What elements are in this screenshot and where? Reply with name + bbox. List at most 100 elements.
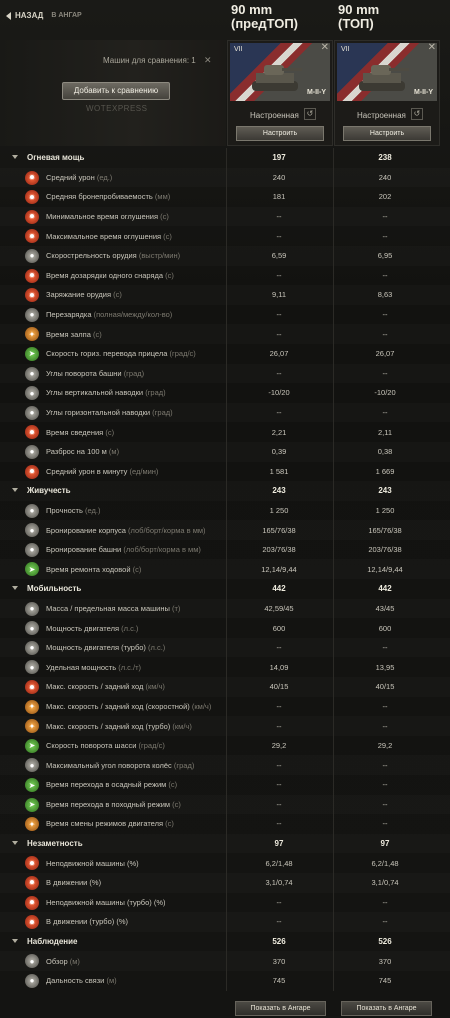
stat-label: Макс. скорость / задний ход (турбо) (км/… bbox=[46, 722, 192, 731]
stat-row: ✹ Заряжание орудия (с) 9,11 8,63 bbox=[0, 285, 450, 305]
chevron-down-icon[interactable] bbox=[12, 938, 18, 943]
stat-label: Углы горизонтальной наводки (град) bbox=[46, 408, 173, 417]
value-column-2: 240 bbox=[378, 172, 392, 182]
stat-row: ● Дальность связи (м) 745 745 bbox=[0, 970, 450, 991]
back-arrow-icon bbox=[6, 11, 11, 20]
section-header[interactable]: Незаметность 97 97 bbox=[0, 833, 450, 854]
reset-icon[interactable]: ↺ bbox=[304, 108, 316, 120]
chevron-down-icon[interactable] bbox=[12, 840, 18, 845]
stat-label: Наблюдение bbox=[27, 937, 78, 946]
section-header[interactable]: Мобильность 442 442 bbox=[0, 579, 450, 599]
value-column-1: -- bbox=[276, 643, 282, 653]
column-divider bbox=[226, 500, 227, 521]
column-divider bbox=[226, 285, 227, 305]
column-divider bbox=[333, 559, 334, 580]
column-2-title: 90 mm (ТОП) bbox=[338, 3, 379, 31]
configure-button[interactable]: Настроить bbox=[236, 126, 324, 141]
column-divider bbox=[226, 226, 227, 246]
add-to-compare-button[interactable]: Добавить к сравнению bbox=[62, 82, 170, 100]
show-in-hangar-button-1[interactable]: Показать в Ангаре bbox=[235, 1001, 326, 1016]
stat-unit: (ед.) bbox=[84, 505, 101, 515]
stat-label: Макс. скорость / задний ход (скоростной)… bbox=[46, 702, 211, 711]
camo-stationary-icon: ✹ bbox=[25, 856, 39, 871]
stat-label: Средняя бронепробиваемость (мм) bbox=[46, 192, 170, 201]
stat-label-text: Максимальный угол поворота колёс bbox=[46, 760, 172, 770]
back-button[interactable]: НАЗАД В АНГАР bbox=[6, 11, 82, 20]
stat-unit: (с) bbox=[160, 212, 169, 222]
value-column-2: -- bbox=[382, 897, 388, 907]
section-header[interactable]: Наблюдение 526 526 bbox=[0, 931, 450, 952]
column-divider bbox=[226, 245, 227, 266]
column-divider bbox=[333, 579, 334, 599]
camo-moving-icon: ✹ bbox=[25, 875, 39, 890]
value-column-1: 181 bbox=[272, 192, 286, 202]
average-damage-icon: ✹ bbox=[25, 170, 39, 185]
value-column-1: -- bbox=[276, 897, 282, 907]
chevron-down-icon[interactable] bbox=[12, 155, 18, 159]
column-1-title-line1: 90 mm bbox=[231, 2, 273, 17]
chevron-down-icon[interactable] bbox=[12, 488, 18, 493]
watermark: WOTEXPRESS bbox=[86, 104, 148, 113]
column-divider bbox=[226, 304, 227, 325]
engine-power-icon: ● bbox=[25, 621, 39, 636]
chevron-down-icon[interactable] bbox=[12, 586, 18, 591]
stat-row: ● Бронирование корпуса (лоб/борт/корма в … bbox=[0, 520, 450, 540]
stat-label-text: Огневая мощь bbox=[27, 153, 85, 163]
salvo-time-icon: ✦ bbox=[25, 327, 39, 342]
column-divider bbox=[226, 148, 227, 168]
stat-unit: (полная/между/кол-во) bbox=[93, 310, 173, 320]
column-divider bbox=[226, 696, 227, 717]
column-divider bbox=[226, 657, 227, 678]
stat-label-text: Мобильность bbox=[27, 584, 82, 594]
clear-compare-icon[interactable]: ✕ bbox=[204, 55, 212, 66]
column-divider bbox=[333, 833, 334, 854]
configure-button[interactable]: Настроить bbox=[343, 126, 431, 141]
column-divider bbox=[333, 402, 334, 423]
value-column-2: 97 bbox=[380, 839, 390, 849]
column-divider bbox=[226, 892, 227, 913]
section-header[interactable]: Огневая мощь 197 238 bbox=[0, 148, 450, 168]
column-divider bbox=[226, 735, 227, 756]
value-column-1: 165/76/38 bbox=[262, 525, 296, 535]
column-divider bbox=[226, 481, 227, 501]
stat-unit: (с) bbox=[172, 799, 181, 809]
stat-row: ✹ Минимальное время оглушения (с) -- -- bbox=[0, 206, 450, 227]
stat-row: ● Мощность двигателя (л.с.) 600 600 bbox=[0, 618, 450, 638]
column-divider bbox=[333, 618, 334, 638]
stat-unit: (с) bbox=[165, 270, 174, 280]
value-column-2: 26,07 bbox=[375, 349, 395, 359]
stat-row: ● Максимальный угол поворота колёс (град)… bbox=[0, 755, 450, 775]
close-icon[interactable]: ✕ bbox=[428, 42, 436, 53]
value-column-1: 26,07 bbox=[269, 349, 289, 359]
column-divider bbox=[226, 422, 227, 442]
value-column-2: 8,63 bbox=[377, 290, 393, 300]
stat-label-text: Мощность двигателя bbox=[46, 623, 120, 633]
close-icon[interactable]: ✕ bbox=[321, 42, 329, 53]
stat-label-text: Неподвижной машины (%) bbox=[46, 858, 139, 868]
show-in-hangar-button-2[interactable]: Показать в Ангаре bbox=[341, 1001, 432, 1016]
vehicle-thumbnail: VII M-II-Y bbox=[230, 43, 330, 101]
column-divider bbox=[333, 167, 334, 188]
column-divider bbox=[333, 872, 334, 893]
engine-mode-icon: ✦ bbox=[25, 817, 39, 832]
stat-label: Мощность двигателя (л.с.) bbox=[46, 624, 138, 633]
value-column-1: -- bbox=[276, 760, 282, 770]
reset-icon[interactable]: ↺ bbox=[411, 108, 423, 120]
column-divider bbox=[226, 363, 227, 384]
stat-row: ➤ Время перехода в походный режим (с) -- -- bbox=[0, 794, 450, 815]
stat-label: Максимальное время оглушения (с) bbox=[46, 232, 172, 241]
value-column-1: 442 bbox=[272, 584, 286, 594]
column-divider bbox=[333, 794, 334, 815]
column-divider bbox=[226, 872, 227, 893]
value-column-2: 29,2 bbox=[377, 741, 393, 751]
section-header[interactable]: Живучесть 243 243 bbox=[0, 481, 450, 501]
column-divider bbox=[226, 167, 227, 188]
column-divider bbox=[333, 422, 334, 442]
value-column-2: 43/45 bbox=[375, 603, 395, 613]
camo-stationary-turbo-icon: ✹ bbox=[25, 895, 39, 910]
tier-badge: VII bbox=[234, 46, 243, 53]
value-column-2: 526 bbox=[378, 937, 392, 947]
stat-row: ✹ Неподвижной машины (%) 6,2/1,48 6,2/1,48 bbox=[0, 853, 450, 873]
value-column-2: 745 bbox=[378, 976, 392, 986]
column-1-title: 90 mm (предТОП) bbox=[231, 3, 298, 31]
